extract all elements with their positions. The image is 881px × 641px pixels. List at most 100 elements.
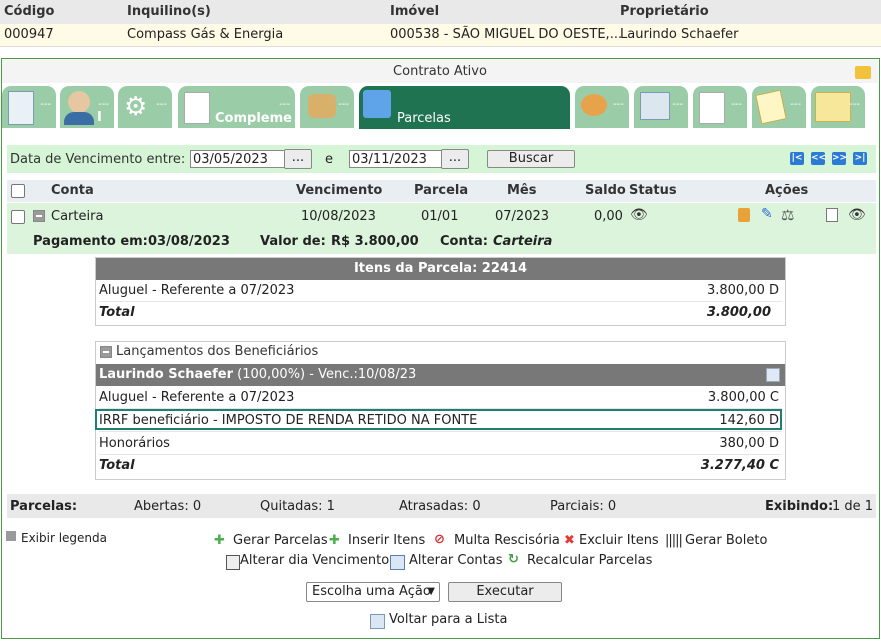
accounts-icon <box>390 555 405 570</box>
header-vencimento: Vencimento <box>296 183 383 198</box>
tab-notas[interactable]: --- <box>811 86 865 128</box>
prohibited-icon: ⊘ <box>434 532 445 547</box>
exibindo-value: 1 de 1 <box>832 499 874 514</box>
filter-label: Data de Vencimento entre: <box>10 152 186 167</box>
checklist-icon <box>184 92 210 124</box>
money-hand-icon <box>308 94 336 118</box>
codigo-value: 000947 <box>4 27 54 42</box>
gerar-parcelas-link[interactable]: Gerar Parcelas <box>233 533 328 548</box>
inquilino-value: Compass Gás & Energia <box>127 27 284 42</box>
tab-financeiro[interactable]: --- <box>300 86 354 128</box>
conta-label: Conta: <box>440 234 488 249</box>
plus-icon: ✚ <box>214 533 225 548</box>
row-parcela: 01/01 <box>421 209 459 224</box>
contract-title: Contrato Ativo <box>2 59 878 83</box>
between-label: e <box>325 152 333 167</box>
execute-button[interactable]: Executar <box>448 582 562 602</box>
header-saldo: Saldo <box>585 183 626 198</box>
delete-icon: ✖ <box>564 533 575 548</box>
transfer-icon <box>640 92 670 120</box>
col-proprietario: Proprietário <box>620 4 709 19</box>
chevron-down-icon: ▼ <box>427 586 435 597</box>
info-row: 000947 Compass Gás & Energia 000538 - SÃ… <box>0 24 881 47</box>
tab-contrato[interactable]: --- <box>2 86 56 128</box>
multa-rescisoria-link[interactable]: Multa Rescisória <box>454 533 560 548</box>
edit-icon[interactable]: ✎ <box>761 206 773 222</box>
table-row: Carteira 10/08/2023 01/01 07/2023 0,00 👁… <box>7 203 876 230</box>
action-select[interactable]: Escolha uma Ação ▼ <box>306 582 440 602</box>
eye-icon[interactable]: 👁 <box>630 207 648 223</box>
money-bag-icon[interactable] <box>738 208 750 222</box>
parciais-count: Parciais: 0 <box>550 499 617 514</box>
selected-row-highlight <box>95 409 782 430</box>
beneficiarios-title: Lançamentos dos Beneficiários <box>116 344 319 359</box>
select-all-checkbox[interactable] <box>11 184 25 198</box>
collapse-beneficiarios-icon[interactable] <box>100 346 112 358</box>
row-mes: 07/2023 <box>495 209 550 224</box>
tab-documentos[interactable]: --- <box>752 86 806 128</box>
receipt-icon <box>699 92 725 124</box>
col-inquilino: Inquilino(s) <box>127 4 211 19</box>
tab-inquilino[interactable]: --- I <box>60 86 114 128</box>
prev-page-icon[interactable]: << <box>811 152 826 165</box>
parcelas-label: Parcelas: <box>10 499 78 514</box>
last-page-icon[interactable]: >| <box>853 152 867 165</box>
scale-icon[interactable]: ⚖ <box>781 206 794 224</box>
header-acoes: Ações <box>765 183 809 198</box>
proprietario-value: Laurindo Schaefer <box>620 27 739 42</box>
gears-icon: ⚙ <box>124 92 148 122</box>
imovel-value: 000538 - SÃO MIGUEL DO OESTE,... <box>390 27 623 42</box>
items-total-row: Total 3.800,00 <box>99 305 771 320</box>
back-to-list-link[interactable]: Voltar para a Lista <box>389 612 507 627</box>
atrasadas-count: Atrasadas: 0 <box>399 499 481 514</box>
items-panel: Itens da Parcela: 22414 Aluguel - Refere… <box>95 257 786 326</box>
header-parcela: Parcela <box>414 183 469 198</box>
note-icon[interactable] <box>855 66 871 79</box>
alterar-contas-link[interactable]: Alterar Contas <box>409 553 503 568</box>
pagamento-label: Pagamento em: <box>33 234 148 249</box>
date-to-input[interactable]: 03/11/2023 <box>349 150 444 168</box>
legend-label[interactable]: Exibir legenda <box>21 531 107 545</box>
exibindo-label: Exibindo: <box>765 499 834 514</box>
tab-extrato[interactable]: --- <box>693 86 747 128</box>
tab-complemento[interactable]: --- Compleme <box>178 86 295 128</box>
coins-icon <box>581 94 607 116</box>
date-from-input[interactable]: 03/05/2023 <box>190 150 285 168</box>
date-from-picker-button[interactable]: ... <box>284 149 312 169</box>
legend-toggle-icon[interactable] <box>6 531 16 541</box>
papers-icon <box>755 89 787 125</box>
excluir-itens-link[interactable]: Excluir Itens <box>579 533 659 548</box>
gerar-boleto-link[interactable]: Gerar Boleto <box>685 533 767 548</box>
tab-parcelas[interactable]: Parcelas <box>359 86 570 129</box>
owner-header: Laurindo Schaefer (100,00%) - Venc.:10/0… <box>96 364 785 386</box>
view-icon[interactable]: 👁 <box>848 207 866 223</box>
search-button[interactable]: Buscar <box>487 150 575 168</box>
header-conta: Conta <box>51 183 94 198</box>
payment-detail-row: Pagamento em: 03/08/2023 Valor de: R$ 3.… <box>7 230 876 254</box>
filter-bar: Data de Vencimento entre: 03/05/2023 ...… <box>7 145 876 173</box>
inserir-itens-link[interactable]: Inserir Itens <box>348 533 425 548</box>
row-checkbox[interactable] <box>11 210 25 224</box>
valor-label: Valor de: <box>260 234 326 249</box>
tab-pagamentos[interactable]: --- <box>575 86 629 128</box>
date-to-picker-button[interactable]: ... <box>441 149 469 169</box>
abertas-count: Abertas: 0 <box>134 499 202 514</box>
calendar-icon <box>226 555 240 570</box>
person-icon <box>68 91 90 113</box>
list-item: Honorários 380,00 D <box>99 436 779 451</box>
summary-bar: Parcelas: Abertas: 0 Quitadas: 1 Atrasad… <box>7 494 876 518</box>
tab-transferencia[interactable]: --- <box>634 86 688 128</box>
alterar-dia-link[interactable]: Alterar dia Vencimento <box>240 553 389 568</box>
header-status: Status <box>629 183 677 198</box>
collapse-icon[interactable] <box>33 210 45 222</box>
next-page-icon[interactable]: >> <box>832 152 847 165</box>
installments-table-header: Conta Vencimento Parcela Mês Saldo Statu… <box>7 180 876 202</box>
calculator-icon[interactable] <box>766 368 780 382</box>
first-page-icon[interactable]: |< <box>790 152 804 165</box>
note-pad-icon <box>815 92 851 122</box>
tab-config[interactable]: ⚙ --- <box>118 86 172 128</box>
col-imovel: Imóvel <box>390 4 440 19</box>
copy-icon[interactable] <box>826 208 838 222</box>
list-icon <box>370 614 385 629</box>
recalcular-link[interactable]: Recalcular Parcelas <box>527 553 652 568</box>
